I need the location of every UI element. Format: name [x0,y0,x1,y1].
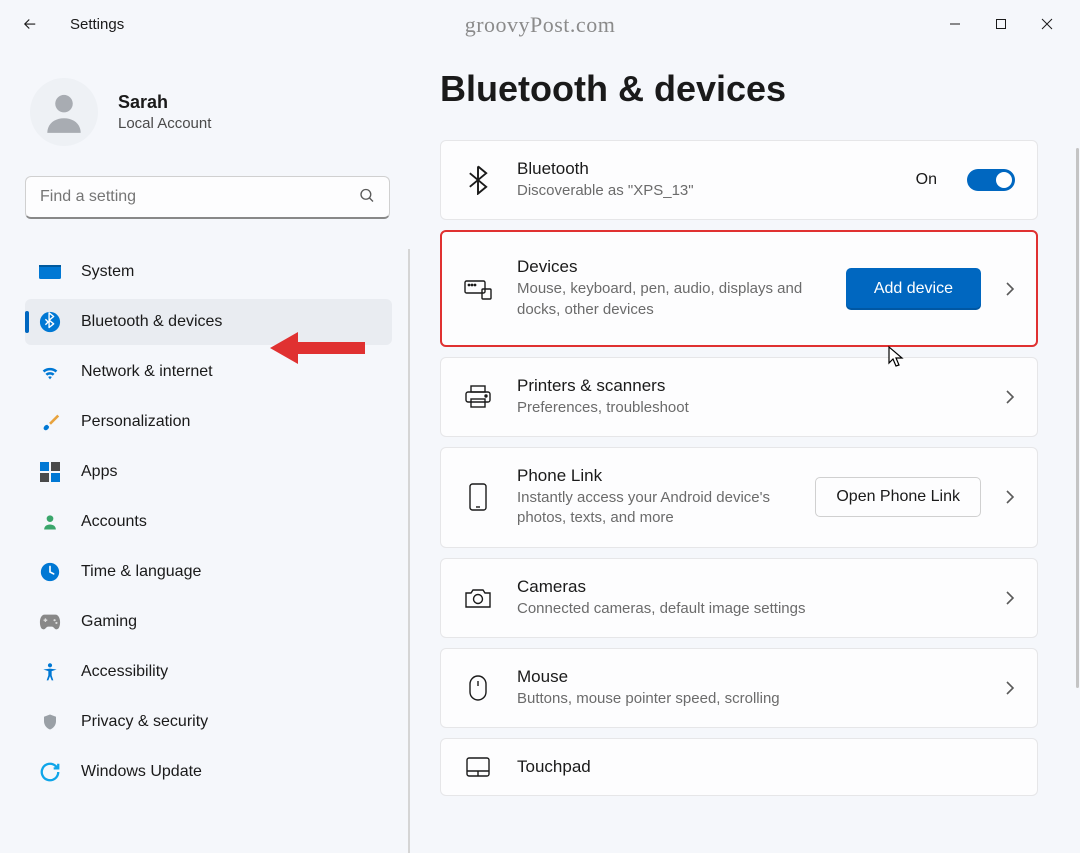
card-subtitle: Mouse, keyboard, pen, audio, displays an… [517,279,822,320]
nav-label: Personalization [81,413,190,431]
card-title: Printers & scanners [517,376,981,396]
sidebar-item-time-language[interactable]: Time & language [25,549,392,595]
nav-label: Apps [81,463,117,481]
card-subtitle: Instantly access your Android device's p… [517,488,791,529]
mouse-cursor [887,345,907,369]
accessibility-icon [39,661,61,683]
sidebar-item-accessibility[interactable]: Accessibility [25,649,392,695]
avatar [30,78,98,146]
devices-icon [463,277,493,301]
nav-label: System [81,263,134,281]
card-title: Mouse [517,667,981,687]
watermark: groovyPost.com [465,12,616,38]
arrow-left-icon [21,15,39,33]
update-icon [39,761,61,783]
user-profile[interactable]: Sarah Local Account [25,78,410,146]
printers-card[interactable]: Printers & scanners Preferences, trouble… [440,357,1038,437]
bluetooth-card[interactable]: Bluetooth Discoverable as "XPS_13" On [440,140,1038,220]
annotation-arrow [270,328,370,368]
user-name: Sarah [118,92,211,113]
close-icon [1041,18,1053,30]
gamepad-icon [39,611,61,633]
search-container [25,176,390,219]
bluetooth-icon [39,311,61,333]
nav-label: Network & internet [81,363,213,381]
card-title: Bluetooth [517,159,892,179]
touchpad-card[interactable]: Touchpad [440,738,1038,796]
nav-label: Gaming [81,613,137,631]
chevron-right-icon [1005,590,1015,606]
nav-label: Accessibility [81,663,168,681]
card-subtitle: Preferences, troubleshoot [517,398,981,418]
maximize-icon [995,18,1007,30]
sidebar-item-system[interactable]: System [25,249,392,295]
add-device-button[interactable]: Add device [846,268,981,310]
nav-label: Windows Update [81,763,202,781]
open-phone-link-button[interactable]: Open Phone Link [815,477,981,517]
camera-icon [463,587,493,609]
sidebar-item-accounts[interactable]: Accounts [25,499,392,545]
chevron-right-icon [1005,680,1015,696]
sidebar-item-personalization[interactable]: Personalization [25,399,392,445]
bluetooth-toggle[interactable] [967,169,1015,191]
card-subtitle: Connected cameras, default image setting… [517,599,981,619]
apps-icon [39,461,61,483]
nav-label: Accounts [81,513,147,531]
printer-icon [463,385,493,409]
toggle-state-label: On [916,171,937,189]
close-button[interactable] [1024,8,1070,40]
card-title: Devices [517,257,822,277]
touchpad-icon [463,757,493,777]
nav-label: Time & language [81,563,201,581]
sidebar-item-windows-update[interactable]: Windows Update [25,749,392,795]
devices-card[interactable]: Devices Mouse, keyboard, pen, audio, dis… [440,230,1038,347]
shield-icon [39,711,61,733]
account-type: Local Account [118,115,211,132]
search-input[interactable] [25,176,390,219]
search-icon [358,186,376,209]
card-title: Cameras [517,577,981,597]
window-controls [932,8,1070,40]
back-button[interactable] [10,4,50,44]
mouse-icon [463,675,493,701]
mouse-card[interactable]: Mouse Buttons, mouse pointer speed, scro… [440,648,1038,728]
chevron-right-icon [1005,489,1015,505]
chevron-right-icon [1005,281,1015,297]
sidebar-item-privacy[interactable]: Privacy & security [25,699,392,745]
sidebar-item-gaming[interactable]: Gaming [25,599,392,645]
system-icon [39,261,61,283]
clock-globe-icon [39,561,61,583]
brush-icon [39,411,61,433]
app-title: Settings [70,16,124,33]
sidebar: Sarah Local Account System Bluetooth & d… [0,48,410,853]
minimize-icon [949,18,961,30]
cameras-card[interactable]: Cameras Connected cameras, default image… [440,558,1038,638]
wifi-icon [39,361,61,383]
card-title: Phone Link [517,466,791,486]
card-subtitle: Discoverable as "XPS_13" [517,181,892,201]
nav-label: Privacy & security [81,713,208,731]
person-icon [39,87,89,137]
main-content: Bluetooth & devices Bluetooth Discoverab… [410,48,1080,853]
bluetooth-icon [463,165,493,195]
maximize-button[interactable] [978,8,1024,40]
phone-link-card[interactable]: Phone Link Instantly access your Android… [440,447,1038,548]
phone-icon [463,483,493,511]
sidebar-item-apps[interactable]: Apps [25,449,392,495]
card-subtitle: Buttons, mouse pointer speed, scrolling [517,689,981,709]
scrollbar[interactable] [1076,148,1079,688]
minimize-button[interactable] [932,8,978,40]
page-title: Bluetooth & devices [440,68,1038,110]
nav-label: Bluetooth & devices [81,313,222,331]
chevron-right-icon [1005,389,1015,405]
card-title: Touchpad [517,757,1015,777]
accounts-icon [39,511,61,533]
titlebar: Settings groovyPost.com [0,0,1080,48]
